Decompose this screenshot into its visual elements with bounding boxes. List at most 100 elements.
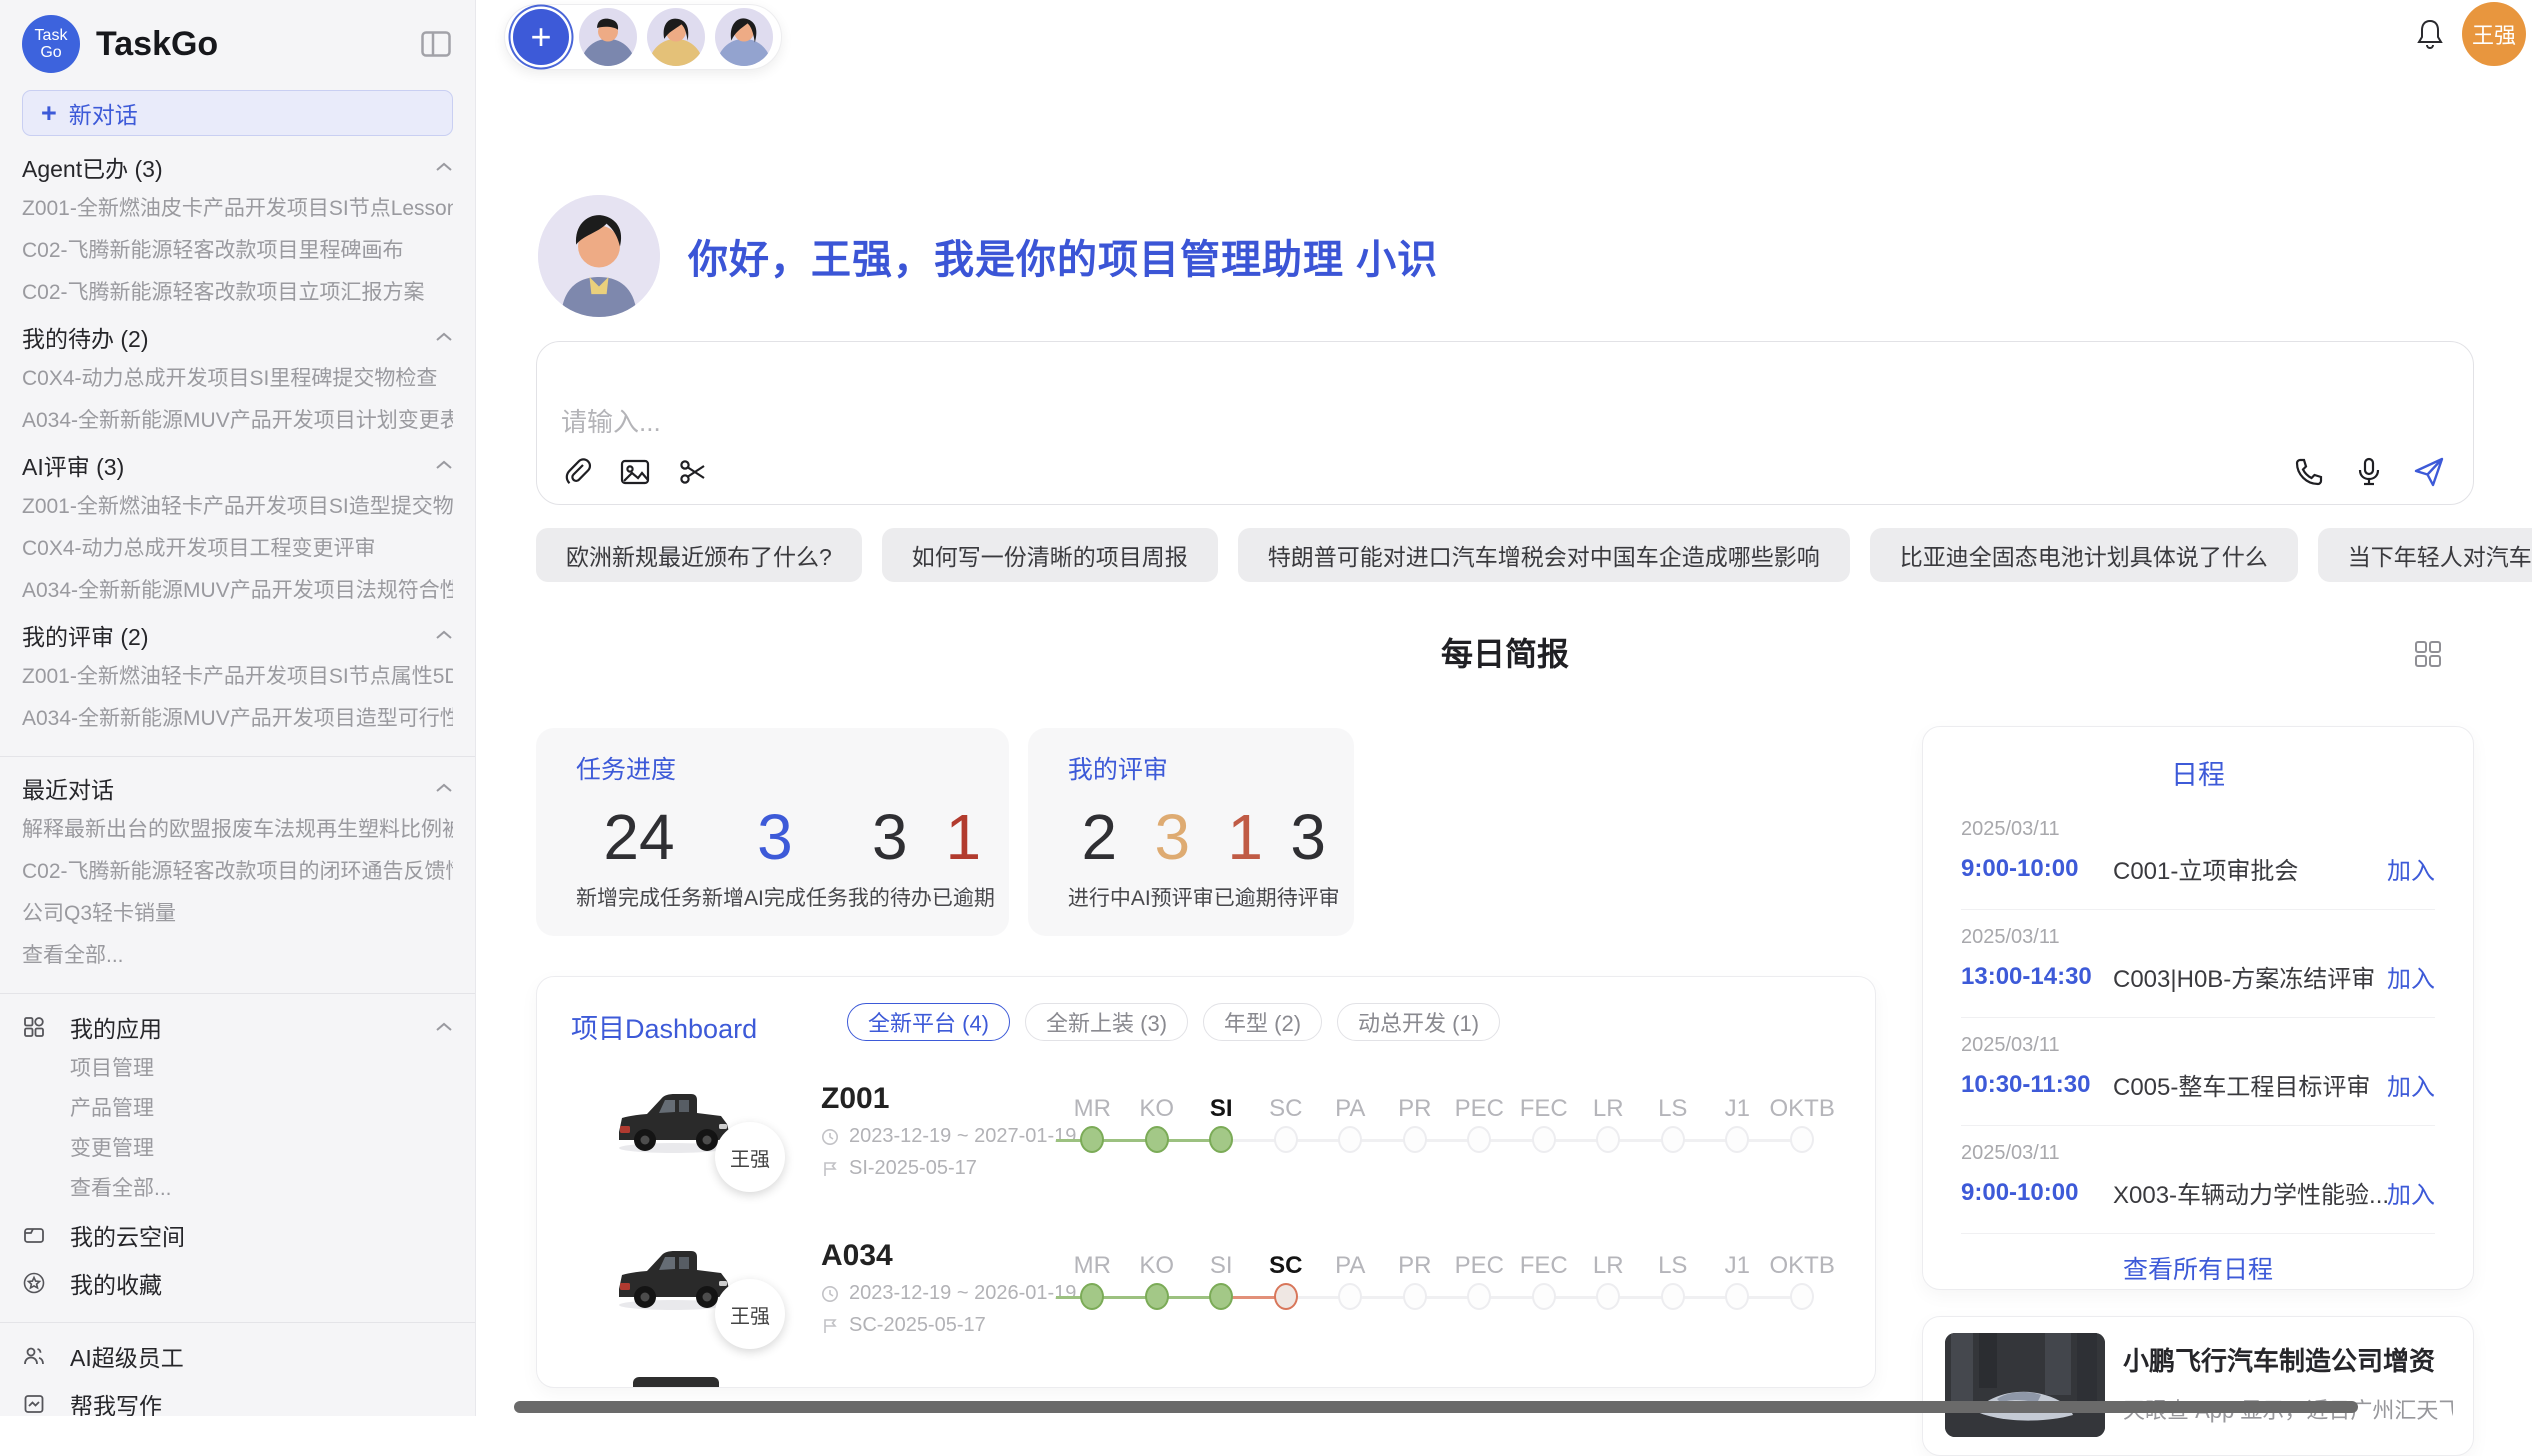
join-link[interactable]: 加入 <box>2387 851 2435 886</box>
recent-chat-item[interactable]: 查看全部... <box>22 943 453 969</box>
new-chat-button[interactable]: + 新对话 <box>22 90 453 136</box>
milestone: SI <box>1189 1095 1254 1159</box>
milestone-dot <box>1467 1126 1491 1153</box>
sidebar-task-item[interactable]: C02-飞腾新能源轻客改款项目立项汇报方案 <box>22 280 453 306</box>
milestone: LR <box>1576 1252 1641 1316</box>
milestone-label: SC <box>1254 1252 1319 1280</box>
stat-label: 新增完成任务 <box>576 882 702 912</box>
agent-avatar[interactable] <box>579 8 637 66</box>
suggestion-chip[interactable]: 欧洲新规最近颁布了什么? <box>536 528 862 582</box>
schedule-date: 2025/03/11 <box>1961 926 2435 949</box>
section-title: Agent已办 (3) <box>22 150 163 184</box>
stat: 1 已逾期 <box>932 800 995 912</box>
milestone: OKTB <box>1770 1252 1835 1316</box>
project-row[interactable]: 王强 A034 2023-12-19 ~ 2026-01-19 SC-2025-… <box>537 1218 1875 1375</box>
news-title: 小鹏飞行汽车制造公司增资 <box>2123 1341 2435 1378</box>
sidebar-task-item[interactable]: Z001-全新燃油皮卡产品开发项目SI节点Lesson Learn报告 <box>22 196 453 222</box>
add-agent-button[interactable]: + <box>513 9 569 65</box>
view-all-schedule-link[interactable]: 查看所有日程 <box>1923 1250 2473 1286</box>
my-favorites[interactable]: 我的收藏 <box>22 1268 453 1298</box>
project-code: A034 <box>821 1239 893 1273</box>
recent-chat-item[interactable]: C02-飞腾新能源轻客改款项目的闭环通告反馈情况 <box>22 859 453 885</box>
recent-chats-header[interactable]: 最近对话 <box>22 775 453 801</box>
dashboard-tab[interactable]: 动总开发 (1) <box>1337 1003 1500 1041</box>
app-sub-item[interactable]: 项目管理 <box>70 1056 453 1082</box>
user-avatar[interactable]: 王强 <box>2462 2 2526 66</box>
dashboard-tab[interactable]: 全新平台 (4) <box>847 1003 1010 1041</box>
recent-chats-title: 最近对话 <box>22 771 114 805</box>
help-me-write[interactable]: 帮我写作 <box>22 1389 453 1416</box>
suggestion-chip[interactable]: 比亚迪全固态电池计划具体说了什么 <box>1870 528 2298 582</box>
sidebar-section-header[interactable]: 我的评审 (2) <box>22 622 453 648</box>
layout-grid-icon[interactable] <box>2412 638 2444 670</box>
milestone: KO <box>1125 1252 1190 1316</box>
schedule-item: 2025/03/11 9:00-10:00 C001-立项审批会 加入 <box>1923 802 2473 910</box>
notifications-bell-icon[interactable] <box>2410 14 2450 54</box>
phone-call-icon[interactable] <box>2291 454 2327 490</box>
project-row[interactable]: 王强 Z001 2023-12-19 ~ 2027-01-19 SI-2025-… <box>537 1061 1875 1218</box>
sidebar-section-header[interactable]: 我的待办 (2) <box>22 324 453 350</box>
join-link[interactable]: 加入 <box>2387 1067 2435 1102</box>
sidebar-section: Agent已办 (3) Z001-全新燃油皮卡产品开发项目SI节点Lesson … <box>22 154 453 306</box>
app-sub-item[interactable]: 查看全部... <box>70 1176 453 1202</box>
horizontal-scrollbar[interactable] <box>514 1401 2358 1413</box>
sidebar-task-item[interactable]: C0X4-动力总成开发项目工程变更评审 <box>22 536 453 562</box>
agent-avatar[interactable] <box>715 8 773 66</box>
writing-doc-icon <box>22 1391 48 1416</box>
sidebar-task-item[interactable]: A034-全新新能源MUV产品开发项目计划变更表编写 <box>22 408 453 434</box>
milestone-dot <box>1274 1283 1298 1310</box>
ai-super-staff[interactable]: AI超级员工 <box>22 1341 453 1371</box>
image-icon[interactable] <box>617 454 653 490</box>
microphone-icon[interactable] <box>2351 454 2387 490</box>
dashboard-tab[interactable]: 年型 (2) <box>1203 1003 1322 1041</box>
sidebar-task-item[interactable]: A034-全新新能源MUV产品开发项目法规符合性评审 <box>22 578 453 604</box>
app-logo: Task Go <box>22 15 80 73</box>
dashboard-tabs: 全新平台 (4) 全新上装 (3) 年型 (2) 动总开发 (1) <box>847 1003 1500 1041</box>
my-cloud-space[interactable]: 我的云空间 <box>22 1220 453 1250</box>
project-owner-name: 王强 <box>730 1300 770 1329</box>
project-list: 王强 Z001 2023-12-19 ~ 2027-01-19 SI-2025-… <box>537 1061 1875 1375</box>
cloud-space-icon <box>22 1222 48 1248</box>
sidebar-task-item[interactable]: A034-全新新能源MUV产品开发项目造型可行性评审 <box>22 706 453 732</box>
sidebar-collapse-icon[interactable] <box>419 29 453 59</box>
milestone: MR <box>1060 1252 1125 1316</box>
chevron-up-icon <box>435 1022 453 1032</box>
attachment-icon[interactable] <box>559 454 595 490</box>
milestone-label: PA <box>1318 1252 1383 1280</box>
my-apps-header[interactable]: 我的应用 <box>22 1012 453 1042</box>
sidebar-task-item[interactable]: Z001-全新燃油轻卡产品开发项目SI造型提交物评审 <box>22 494 453 520</box>
suggestion-chip[interactable]: 当下年轻人对汽车外观有怎样的喜好趋势 <box>2318 528 2532 582</box>
sidebar-task-item[interactable]: C0X4-动力总成开发项目SI里程碑提交物检查 <box>22 366 453 392</box>
recent-chat-item[interactable]: 解释最新出台的欧盟报废车法规再生塑料比例被调至15%... <box>22 817 453 843</box>
app-sub-item[interactable]: 产品管理 <box>70 1096 453 1122</box>
agent-avatar[interactable] <box>647 8 705 66</box>
milestone: PEC <box>1447 1252 1512 1316</box>
milestone-dot <box>1790 1126 1814 1153</box>
suggestion-chip[interactable]: 特朗普可能对进口汽车增税会对中国车企造成哪些影响 <box>1238 528 1850 582</box>
recent-chat-item[interactable]: 公司Q3轻卡销量 <box>22 901 453 927</box>
news-card[interactable]: 小鹏飞行汽车制造公司增资 天眼查 App 显示，近日广州汇天飞行汽... <box>1922 1316 2474 1456</box>
flag-icon <box>821 1160 839 1178</box>
sidebar-section-header[interactable]: Agent已办 (3) <box>22 154 453 180</box>
suggestion-chip[interactable]: 如何写一份清晰的项目周报 <box>882 528 1218 582</box>
join-link[interactable]: 加入 <box>2387 1175 2435 1210</box>
dashboard-tab[interactable]: 全新上装 (3) <box>1025 1003 1188 1041</box>
milestone: FEC <box>1512 1252 1577 1316</box>
sidebar-task-item[interactable]: Z001-全新燃油轻卡产品开发项目SI节点属性5D文件评审 <box>22 664 453 690</box>
next-project-peek <box>633 1377 719 1388</box>
schedule-event-title: C001-立项审批会 <box>2113 851 2387 886</box>
sidebar-task-item[interactable]: C02-飞腾新能源轻客改款项目里程碑画布 <box>22 238 453 264</box>
milestone: LR <box>1576 1095 1641 1159</box>
milestone-dot <box>1661 1283 1685 1310</box>
milestone-dot <box>1790 1283 1814 1310</box>
scissors-icon[interactable] <box>675 454 711 490</box>
logo-text-2: Go <box>40 44 61 61</box>
milestone-dot <box>1596 1283 1620 1310</box>
join-link[interactable]: 加入 <box>2387 959 2435 994</box>
app-sub-item[interactable]: 变更管理 <box>70 1136 453 1162</box>
stat-value: 24 <box>576 800 702 874</box>
sidebar-section-header[interactable]: AI评审 (3) <box>22 452 453 478</box>
stat: 3 待评审 <box>1277 800 1340 912</box>
send-icon[interactable] <box>2411 454 2447 490</box>
chat-input-box[interactable]: 请输入... <box>536 341 2474 505</box>
